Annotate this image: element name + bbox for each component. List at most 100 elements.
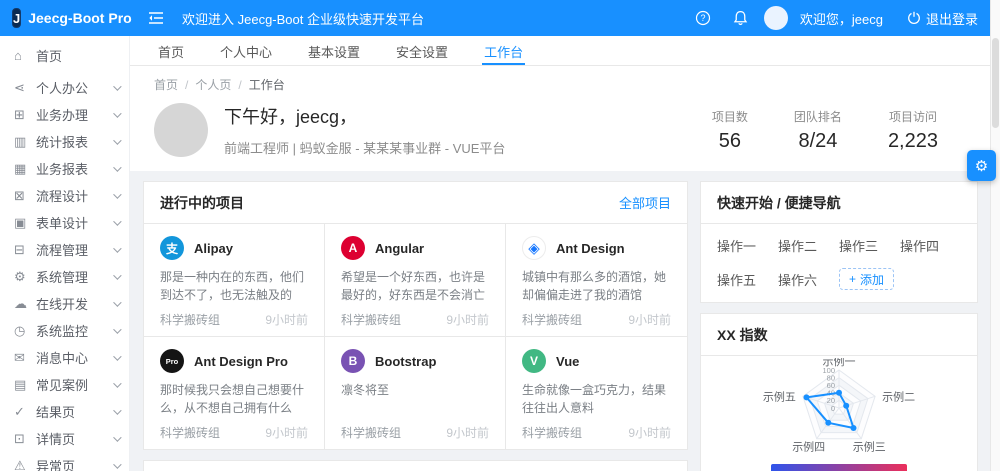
page-scrollbar[interactable] (990, 0, 1000, 471)
stat-projects: 项目数 56 (711, 109, 748, 152)
project-name[interactable]: Angular (375, 241, 424, 256)
chevron-down-icon (113, 351, 122, 361)
sidebar-item-common-examples[interactable]: ▤ 常见案例 (0, 371, 129, 398)
sidebar-item-personal-office[interactable]: ⋖ 个人办公 (0, 74, 129, 101)
project-group-link[interactable]: 科学搬砖组 (160, 424, 220, 441)
project-name[interactable]: Alipay (194, 241, 233, 256)
project-card-bootstrap[interactable]: B Bootstrap 凛冬将至 科学搬砖组 9小时前 (325, 337, 506, 449)
ant-design-pro-logo-icon: Pro (160, 349, 184, 373)
header-stats: 项目数 56 团队排名 8/24 项目访问 2,223 (712, 108, 966, 153)
project-group-link[interactable]: 科学搬砖组 (160, 311, 220, 328)
chevron-down-icon (113, 405, 122, 415)
form-icon: ▣ (14, 214, 27, 230)
cluster-icon: ⊞ (14, 106, 25, 122)
project-group-link[interactable]: 科学搬砖组 (522, 311, 582, 328)
quick-link-3[interactable]: 操作三 (839, 236, 900, 255)
svg-text:?: ? (700, 13, 705, 23)
menu-fold-icon[interactable] (148, 11, 164, 25)
sidebar-item-exception-page[interactable]: ⚠ 异常页 (0, 452, 129, 471)
settings-gear-button[interactable]: ⚙ (967, 150, 996, 181)
chevron-down-icon (113, 459, 122, 469)
power-icon (908, 11, 920, 24)
sidebar-item-online-dev[interactable]: ☁ 在线开发 (0, 290, 129, 317)
sidebar-item-business-handling[interactable]: ⊞ 业务办理 (0, 101, 129, 128)
chevron-down-icon (113, 216, 122, 226)
all-projects-link[interactable]: 全部项目 (619, 193, 671, 212)
project-group-link[interactable]: 科学搬砖组 (341, 311, 401, 328)
sidebar-item-business-report[interactable]: ▦ 业务报表 (0, 155, 129, 182)
quick-link-2[interactable]: 操作二 (778, 236, 839, 255)
project-time: 9小时前 (628, 313, 671, 327)
breadcrumb-personal-page[interactable]: 个人页 (195, 78, 231, 92)
chevron-down-icon (113, 378, 122, 388)
quick-link-5[interactable]: 操作五 (717, 270, 778, 289)
vue-logo-icon: V (522, 349, 546, 373)
activities-card: 动态 Barbara Lee在白鹭酱油开发组更新番组计划 (143, 460, 688, 471)
profile-avatar[interactable] (154, 103, 208, 157)
sidebar: ⌂ 首页 ⋖ 个人办公 ⊞ 业务办理 ▥ 统计报表 ▦ 业务报表 ⊠ 流程设计 ▣ 表单设计 … (0, 36, 130, 471)
welcome-banner: 欢迎进入 Jeecg-Boot 企业级快速开发平台 (182, 11, 424, 27)
project-name[interactable]: Ant Design (556, 241, 625, 256)
project-group-link[interactable]: 科学搬砖组 (341, 424, 401, 441)
sidebar-item-message-center[interactable]: ✉ 消息中心 (0, 344, 129, 371)
sidebar-item-form-design[interactable]: ▣ 表单设计 (0, 209, 129, 236)
chevron-down-icon (113, 432, 122, 442)
home-icon: ⌂ (14, 48, 22, 63)
sidebar-item-system-monitor[interactable]: ◷ 系统监控 (0, 317, 129, 344)
share-icon: ⋖ (14, 79, 25, 95)
sidebar-item-home[interactable]: ⌂ 首页 (0, 42, 129, 69)
chevron-down-icon (113, 108, 122, 118)
app-title: Jeecg-Boot Pro (28, 10, 132, 26)
report-icon: ▦ (14, 160, 27, 176)
profile-icon: ⊡ (14, 430, 25, 446)
tab-workbench[interactable]: 工作台 (482, 36, 526, 65)
project-card-vue[interactable]: V Vue 生命就像一盒巧克力，结果往往出人意料 科学搬砖组 9小时前 (506, 337, 687, 449)
project-name[interactable]: Ant Design Pro (194, 354, 288, 369)
breadcrumb: 首页 / 个人页 / 工作台 (154, 78, 285, 92)
chevron-down-icon (113, 162, 122, 172)
user-avatar[interactable] (763, 6, 788, 30)
sidebar-item-result-page[interactable]: ✓ 结果页 (0, 398, 129, 425)
sidebar-item-system-management[interactable]: ⚙ 系统管理 (0, 263, 129, 290)
project-card-angular[interactable]: AAngular 希望是一个好东西，也许是最好的，好东西是不会消亡的 科学搬砖组… (325, 224, 506, 337)
svg-text:示例二: 示例二 (882, 389, 915, 403)
chevron-down-icon (113, 189, 122, 199)
tab-security-settings[interactable]: 安全设置 (394, 36, 450, 65)
page-header: 首页 / 个人页 / 工作台 下午好，jeecg， 前端工程师 | 蚂蚁金服 - 某某某… (130, 66, 990, 171)
add-quick-link-button[interactable]: + 添加 (839, 268, 895, 290)
tab-personal-center[interactable]: 个人中心 (218, 36, 274, 65)
project-card-ant-design-pro[interactable]: Pro Ant Design Pro 那时候我只会想自己想要什么，从不想自己拥有什… (144, 337, 325, 449)
flow-icon: ⊠ (14, 187, 25, 203)
svg-text:示例五: 示例五 (763, 389, 796, 403)
visual-map-gradient[interactable] (771, 464, 907, 471)
chevron-down-icon (113, 81, 122, 91)
project-name[interactable]: Vue (556, 354, 579, 369)
sidebar-item-process-design[interactable]: ⊠ 流程设计 (0, 182, 129, 209)
quick-link-4[interactable]: 操作四 (900, 236, 961, 255)
projects-card: 进行中的项目 全部项目 支 Alipay 那是一种内在的东西，他们到达不了，也无法… (143, 181, 688, 450)
quick-link-1[interactable]: 操作一 (717, 236, 778, 255)
project-time: 9小时前 (446, 313, 489, 327)
project-card-ant-design[interactable]: ◈ Ant Design 城镇中有那么多的酒馆，她却偏偏走进了我的酒馆 科学搬砖组… (506, 224, 687, 337)
sidebar-item-detail-page[interactable]: ⊡ 详情页 (0, 425, 129, 452)
help-question-icon[interactable]: ? (689, 10, 717, 26)
sidebar-item-statistics-report[interactable]: ▥ 统计报表 (0, 128, 129, 155)
tab-home[interactable]: 首页 (156, 36, 186, 65)
project-card-alipay[interactable]: 支 Alipay 那是一种内在的东西，他们到达不了，也无法触及的 科学搬砖组 9小时… (144, 224, 325, 337)
breadcrumb-home[interactable]: 首页 (154, 78, 178, 92)
project-name[interactable]: Bootstrap (375, 354, 436, 369)
scrollbar-thumb[interactable] (992, 38, 999, 128)
tab-basic-settings[interactable]: 基本设置 (306, 36, 362, 65)
project-group-link[interactable]: 科学搬砖组 (522, 424, 582, 441)
brand[interactable]: J Jeecg-Boot Pro (0, 8, 132, 28)
ant-design-logo-icon: ◈ (522, 236, 546, 260)
dashboard-icon: ◷ (14, 322, 26, 338)
logout-button[interactable]: 退出登录 (907, 9, 978, 28)
quick-link-6[interactable]: 操作六 (778, 270, 839, 289)
notification-bell-icon[interactable] (727, 10, 754, 26)
alipay-logo-icon: 支 (160, 236, 184, 260)
sidebar-item-process-management[interactable]: ⊟ 流程管理 (0, 236, 129, 263)
project-time: 9小时前 (265, 426, 308, 440)
quick-nav-title: 快速开始 / 便捷导航 (717, 194, 841, 211)
quick-nav-card: 快速开始 / 便捷导航 操作一 操作二 操作三 操作四 操作五 操作六 + 添加 (700, 181, 978, 303)
